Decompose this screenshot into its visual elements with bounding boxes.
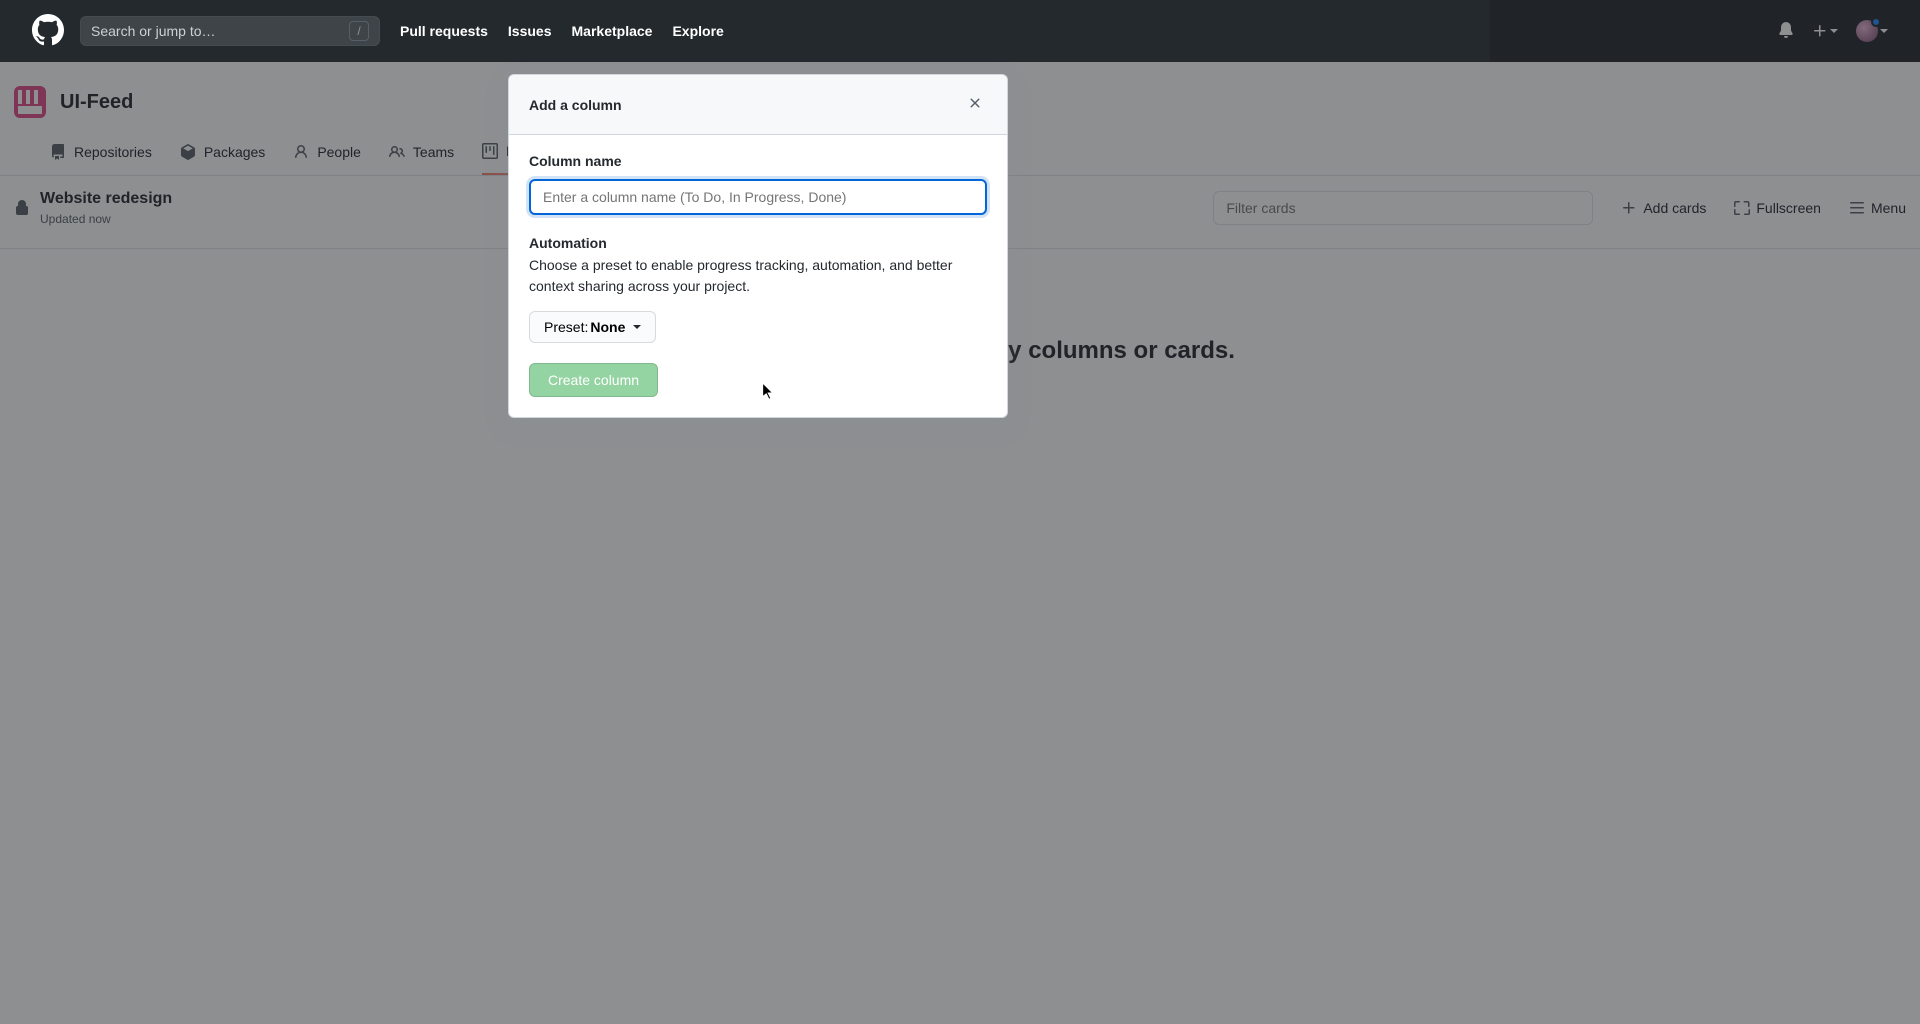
dialog-title: Add a column	[529, 97, 622, 113]
automation-description: Choose a preset to enable progress track…	[529, 255, 987, 297]
preset-value: None	[590, 319, 625, 335]
github-logo[interactable]	[32, 14, 64, 49]
add-column-dialog: Add a column Column name Automation Choo…	[508, 74, 1008, 418]
topbar-nav: Pull requests Issues Marketplace Explore	[400, 23, 724, 39]
modal-overlay-top	[1490, 0, 1920, 62]
column-name-label: Column name	[529, 153, 987, 169]
search-input[interactable]: Search or jump to… /	[80, 16, 380, 46]
column-name-input[interactable]	[529, 179, 987, 215]
nav-pull-requests[interactable]: Pull requests	[400, 23, 488, 39]
dialog-body: Column name Automation Choose a preset t…	[509, 135, 1007, 417]
caret-down-icon	[633, 325, 641, 329]
nav-issues[interactable]: Issues	[508, 23, 552, 39]
github-mark-icon	[32, 14, 64, 46]
preset-label-prefix: Preset:	[544, 319, 588, 335]
close-button[interactable]	[963, 91, 987, 118]
nav-explore[interactable]: Explore	[672, 23, 723, 39]
nav-marketplace[interactable]: Marketplace	[572, 23, 653, 39]
automation-heading: Automation	[529, 235, 987, 251]
search-placeholder-text: Search or jump to…	[91, 23, 216, 39]
dialog-header: Add a column	[509, 75, 1007, 135]
search-slash-key: /	[349, 21, 369, 41]
preset-dropdown[interactable]: Preset: None	[529, 311, 656, 343]
create-column-button[interactable]: Create column	[529, 363, 658, 397]
close-icon	[967, 95, 983, 111]
